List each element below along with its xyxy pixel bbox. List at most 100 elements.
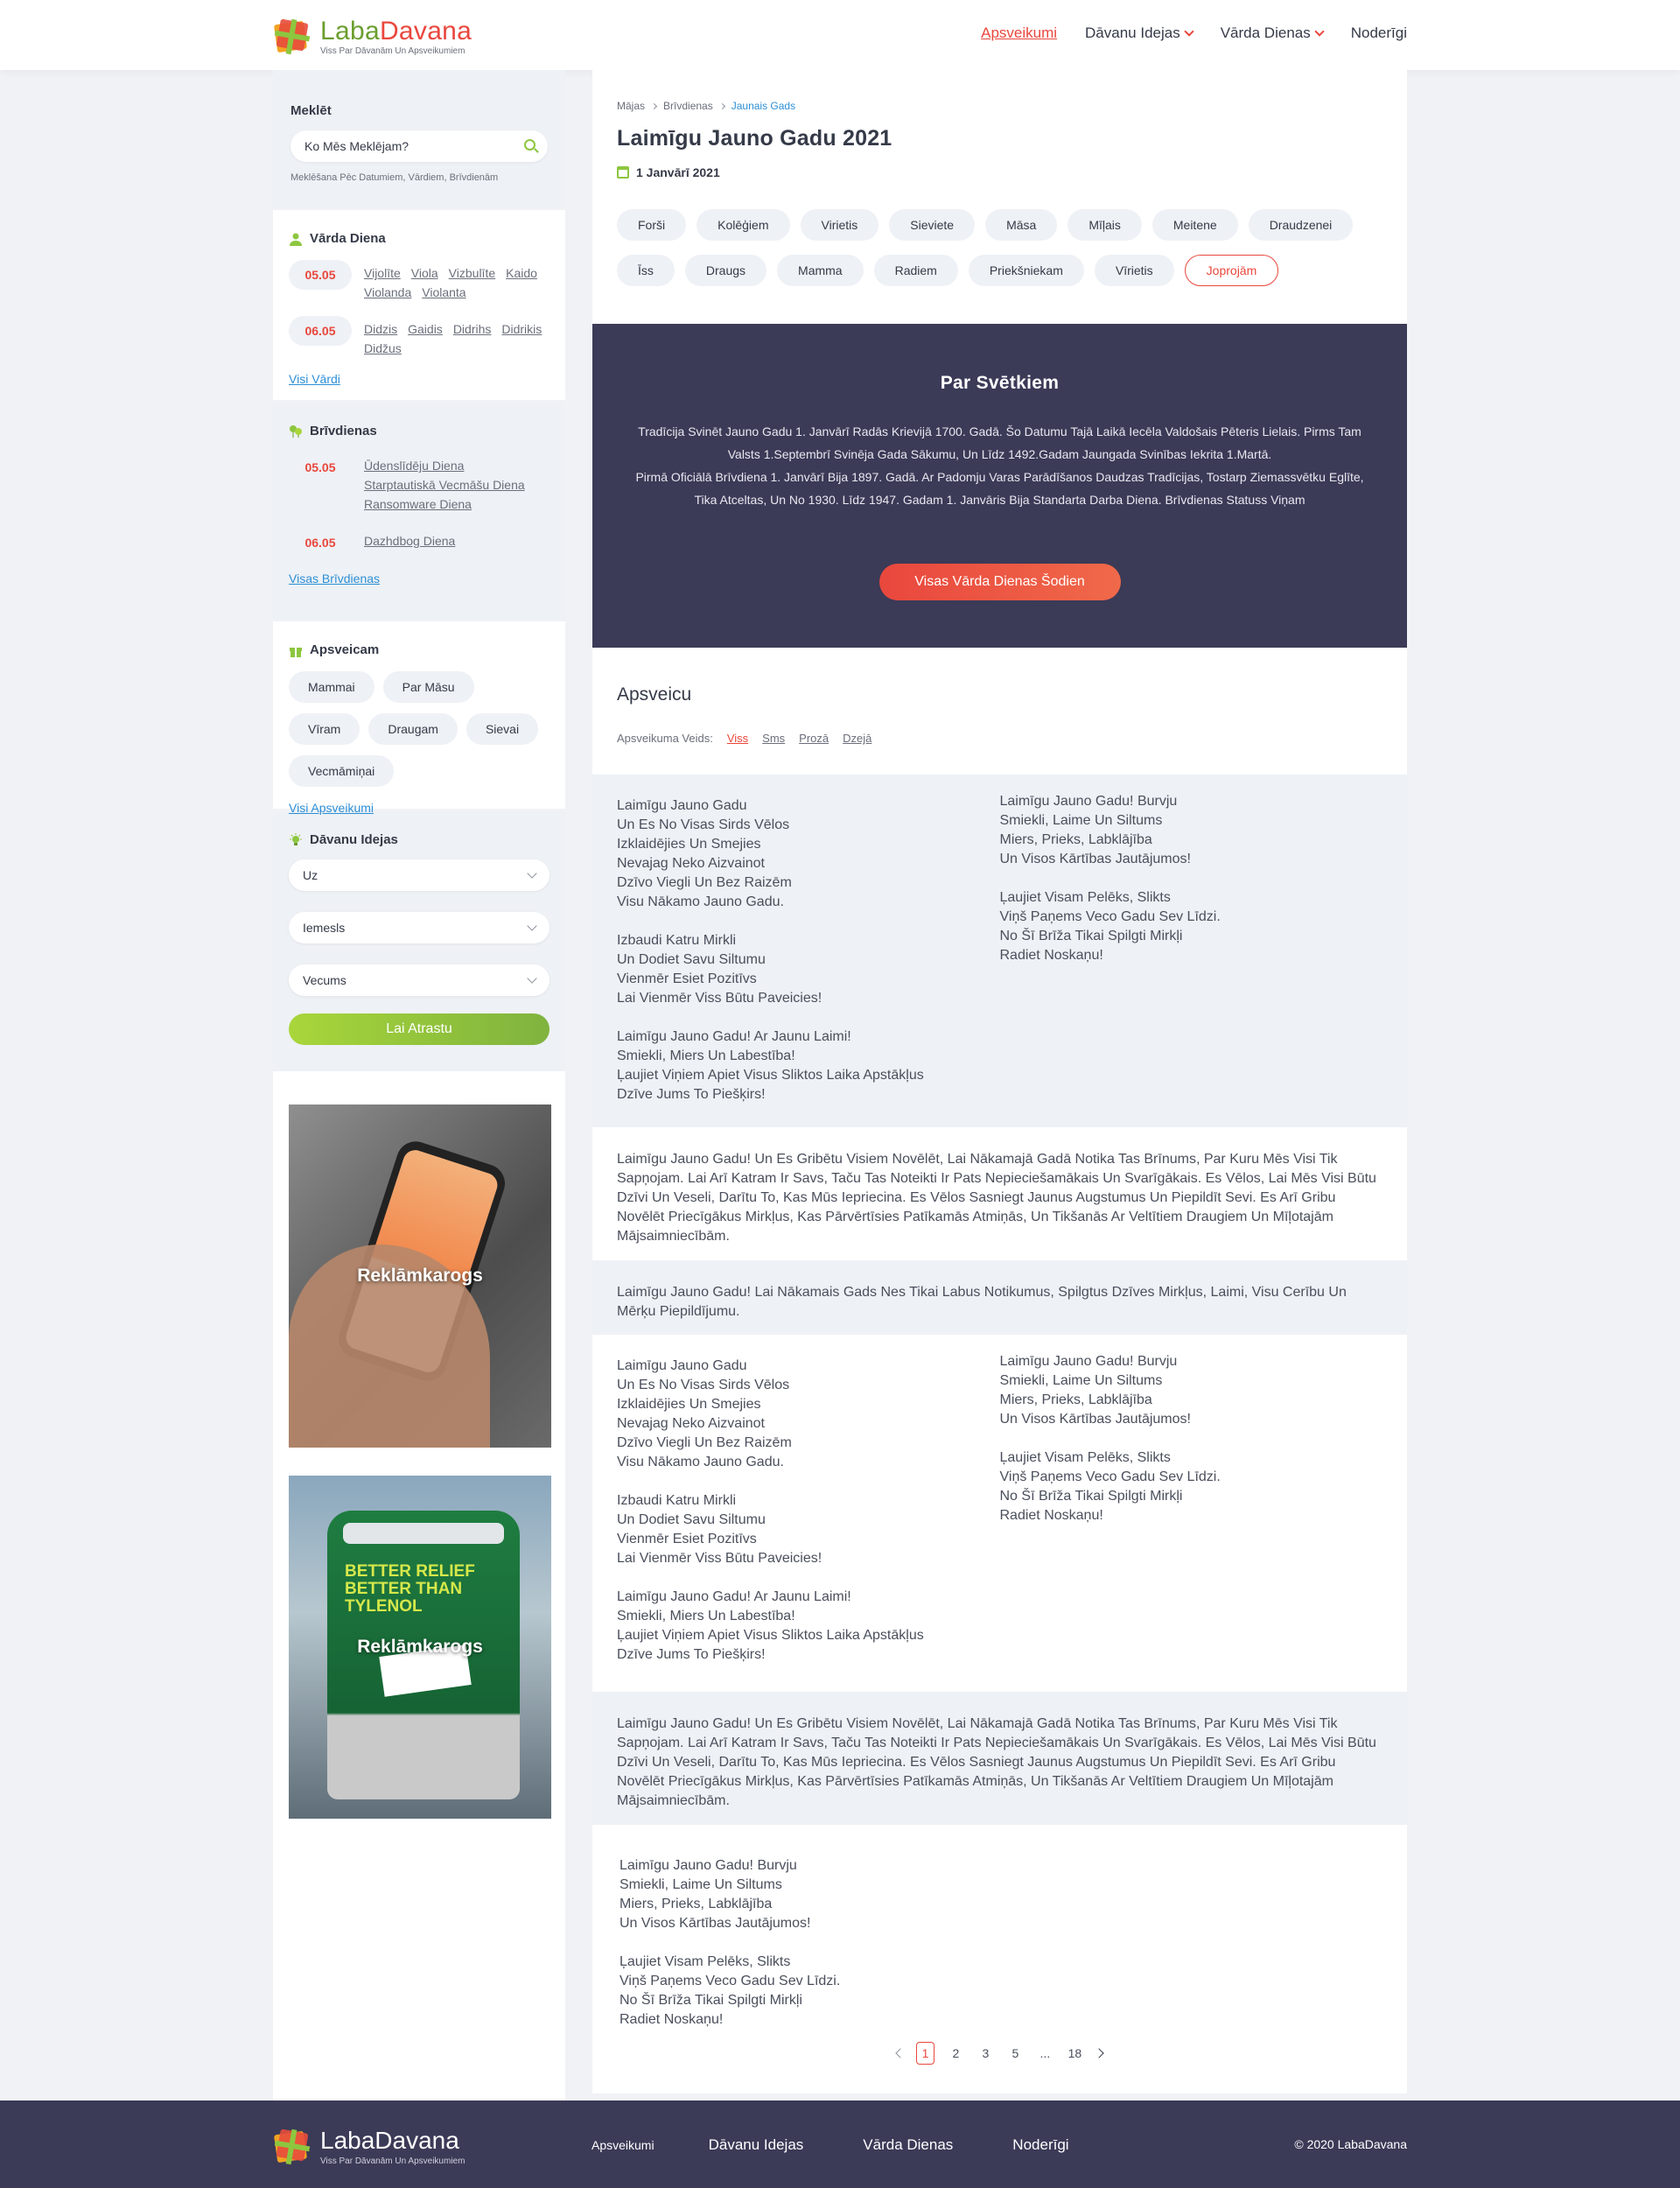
footer-logo[interactable]: LabaDavana Viss Par Dāvanām Un Apsveikum… <box>273 2127 465 2166</box>
category-tag[interactable]: Vīrietis <box>1094 255 1174 286</box>
greet-tag[interactable]: Mammai <box>289 671 374 703</box>
breadcrumb: Mājas Brīvdienas Jaunais Gads <box>617 100 1382 112</box>
nav-item-useful[interactable]: Noderīgi <box>1351 25 1407 42</box>
category-tag[interactable]: Sieviete <box>889 209 976 241</box>
site-logo[interactable]: LabaDavana Viss Par Dāvanām Un Apsveikum… <box>273 18 472 56</box>
greetings-section: Apsveicam Mammai Par Māsu Vīram Draugam … <box>273 619 565 815</box>
name-link[interactable]: Violanda <box>364 283 411 302</box>
holiday-row: 06.05 Dazhdbog Diena <box>289 528 550 558</box>
greet-tag[interactable]: Par Māsu <box>382 671 474 703</box>
category-tag[interactable]: Mīļais <box>1068 209 1142 241</box>
filter-poetry[interactable]: Dzejā <box>843 732 872 745</box>
all-name-days-today-button[interactable]: Visas Vārda Dienas Šodien <box>878 564 1121 600</box>
about-title: Par Svētkiem <box>940 373 1060 393</box>
category-tag[interactable]: Radiem <box>873 255 958 286</box>
footer-link[interactable]: Noderīgi <box>1012 2136 1068 2154</box>
greeting-card: Laimīgu Jauno Gadu! Burvju Smiekli, Laim… <box>592 1825 1407 2093</box>
greeting-text: Laimīgu Jauno Gadu! Burvju Smiekli, Laim… <box>999 794 1221 963</box>
filter-prose[interactable]: Prozā <box>799 732 829 745</box>
greeting-card: Laimīgu Jauno Gadu! Un Es Gribētu Visiem… <box>592 1127 1407 1260</box>
chevron-down-icon <box>1184 25 1194 37</box>
greet-tag[interactable]: Vīram <box>289 713 360 745</box>
all-holidays-link[interactable]: Visas Brīvdienas <box>289 572 380 586</box>
page-link[interactable]: 3 <box>976 2044 994 2063</box>
nav-label: Noderīgi <box>1350 25 1407 41</box>
name-link[interactable]: Gaidis <box>408 319 443 339</box>
ad-banner[interactable]: BETTER RELIEF BETTER THAN TYLENOL Reklām… <box>289 1476 551 1819</box>
greet-tag[interactable]: Vecmāmiņai <box>289 755 395 787</box>
page-ellipsis: ... <box>1040 2046 1051 2060</box>
name-link[interactable]: Violanta <box>422 283 466 302</box>
chevron-right-icon <box>718 102 725 109</box>
search-icon[interactable] <box>524 139 536 151</box>
nav-item-greetings[interactable]: Apsveikumi <box>981 25 1057 42</box>
nav-item-name-days[interactable]: Vārda Dienas <box>1221 25 1325 42</box>
category-tag[interactable]: Meitene <box>1152 209 1238 241</box>
nav-item-gift-ideas[interactable]: Dāvanu Idejas <box>1085 25 1194 42</box>
greet-tag[interactable]: Sievai <box>466 713 539 745</box>
name-link[interactable]: Vijolīte <box>364 263 401 283</box>
category-tag[interactable]: Draudzenei <box>1248 209 1354 241</box>
greeting-card: Laimīgu Jauno Gadu! Lai Nākamais Gads Ne… <box>592 1260 1407 1335</box>
category-tag[interactable]: Māsa <box>985 209 1058 241</box>
nav-label: Apsveikumi <box>981 25 1058 41</box>
breadcrumb-home[interactable]: Mājas <box>617 100 645 112</box>
calendar-icon <box>617 166 629 179</box>
category-tag[interactable]: Forši <box>617 209 687 241</box>
holiday-link[interactable]: Ransomware Diena <box>364 494 550 514</box>
greeting-card: Laimīgu Jauno Gadu Un Es No Visas Sirds … <box>592 775 1407 1127</box>
find-button[interactable]: Lai Atrastu <box>289 1013 550 1045</box>
date-badge: 06.05 <box>304 536 336 550</box>
name-link[interactable]: Didrikis <box>501 319 542 339</box>
page-link[interactable]: 2 <box>947 2044 964 2063</box>
name-day-row: 06.05 Didzis Gaidis Didrihs Didrikis Did… <box>289 316 550 358</box>
greeting-type-filter: Apsveikuma Veids: Viss Sms Prozā Dzejā <box>617 732 1382 745</box>
breadcrumb-holidays[interactable]: Brīvdienas <box>663 100 713 112</box>
name-link[interactable]: Didrihs <box>453 319 492 339</box>
name-link[interactable]: Kaido <box>506 263 537 283</box>
holiday-link[interactable]: Starptautiskā Vecmāšu Diena <box>364 475 550 494</box>
footer-link[interactable]: Vārda Dienas <box>863 2136 953 2154</box>
search-input[interactable] <box>290 130 548 162</box>
search-panel: Meklēt Meklēšana Pēc Datumiem, Vārdiem, … <box>273 70 565 207</box>
select-value: Iemesls <box>303 921 346 935</box>
footer-link[interactable]: Dāvanu Idejas <box>709 2136 804 2154</box>
category-tag[interactable]: Kolēģiem <box>696 209 790 241</box>
page-link[interactable]: 5 <box>1006 2044 1024 2063</box>
about-text: Pirmā Oficiālā Brīvdiena 1. Janvārī Bija… <box>635 470 1364 507</box>
greeting-text: Laimīgu Jauno Gadu! Burvju Smiekli, Laim… <box>620 1858 841 2027</box>
chevron-left-icon[interactable] <box>894 2048 906 2058</box>
category-tag[interactable]: Virietis <box>800 209 879 241</box>
name-link[interactable]: Viola <box>411 263 438 283</box>
sidebar: Meklēt Meklēšana Pēc Datumiem, Vārdiem, … <box>273 70 565 2100</box>
main-nav: Apsveikumi Dāvanu Idejas Vārda Dienas No… <box>981 25 1407 42</box>
name-link[interactable]: Didzis <box>364 319 397 339</box>
chevron-down-icon <box>1314 25 1325 37</box>
page-title: Laimīgu Jauno Gadu 2021 <box>617 126 892 151</box>
category-tag[interactable]: Draugs <box>684 255 767 286</box>
footer-link[interactable]: Apsveikumi <box>592 2138 654 2152</box>
filter-sms[interactable]: Sms <box>762 732 785 745</box>
page-link[interactable]: 1 <box>915 2042 935 2065</box>
ad-banner[interactable]: Reklāmkarogs <box>289 1105 551 1448</box>
greet-tag[interactable]: Draugam <box>368 713 458 745</box>
category-tag[interactable]: Īss <box>617 255 675 286</box>
name-link[interactable]: Didžus <box>364 339 402 358</box>
category-tag[interactable]: Mamma <box>777 255 864 286</box>
gift-ideas-section: Dāvanu Idejas Uz Iemesls Vecums Lai Atra… <box>273 809 565 1071</box>
page-link[interactable]: 18 <box>1066 2044 1083 2063</box>
holiday-link[interactable]: Ūdenslīdēju Diena <box>364 456 550 475</box>
filter-all[interactable]: Viss <box>727 732 748 745</box>
main-content: Mājas Brīvdienas Jaunais Gads Laimīgu Ja… <box>592 70 1407 2093</box>
all-greetings-link[interactable]: Visi Apsveikumi <box>289 801 374 815</box>
chevron-right-icon[interactable] <box>1094 2048 1105 2058</box>
event-date: 1 Janvārī 2021 <box>636 165 720 179</box>
holiday-link[interactable]: Dazhdbog Diena <box>364 531 455 558</box>
category-tag[interactable]: Priekšniekam <box>968 255 1084 286</box>
age-select[interactable]: Vecums <box>289 964 550 996</box>
reason-select[interactable]: Iemesls <box>289 912 550 943</box>
more-tags-button[interactable]: Joprojām <box>1184 255 1279 286</box>
name-link[interactable]: Vizbulīte <box>449 263 495 283</box>
all-names-link[interactable]: Visi Vārdi <box>289 372 340 386</box>
recipient-select[interactable]: Uz <box>289 859 550 891</box>
